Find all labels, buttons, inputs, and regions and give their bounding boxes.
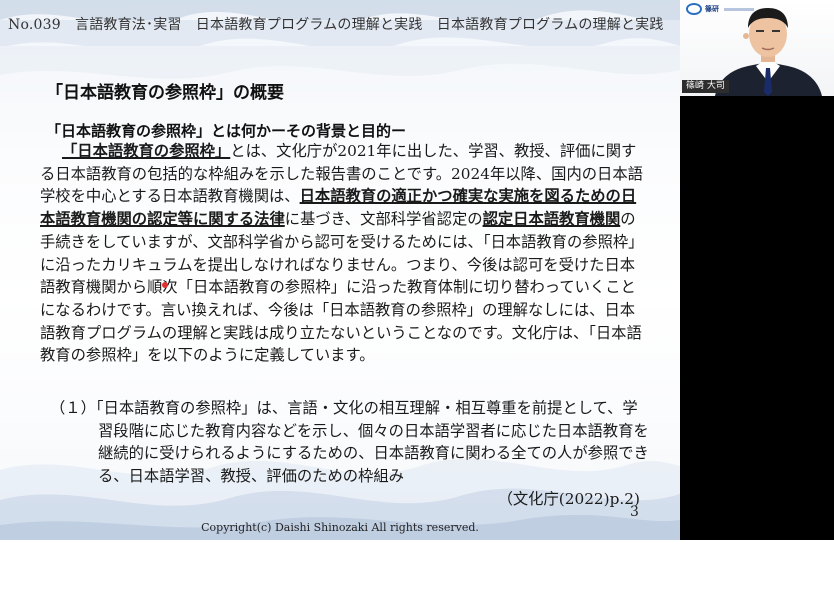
definition-item: （１）「日本語教育の参照枠」は、言語・文化の相互理解・相互尊重を前提として、学習… — [50, 397, 650, 488]
definition-block: （１）「日本語教育の参照枠」は、言語・文化の相互理解・相互尊重を前提として、学習… — [50, 397, 650, 511]
logo-icon — [686, 3, 702, 15]
section-subtitle: 「日本語教育の参照枠」とは何かーその背景と目的ー — [46, 122, 407, 140]
presentation-slide: No.039 言語教育法･実習 日本語教育プログラムの理解と実践 日本語教育プロ… — [0, 0, 680, 540]
slide-header: No.039 言語教育法･実習 日本語教育プログラムの理解と実践 日本語教育プロ… — [8, 17, 664, 33]
logo-text: 篠研 — [705, 5, 719, 13]
channel-logo: 篠研 — [686, 3, 754, 15]
definition-number: （１） — [50, 399, 96, 417]
body-text: の手続きをしていますが、文部科学省から認可を受けるためには、「日本語教育の参照枠… — [40, 210, 644, 365]
laser-pointer-dot — [162, 282, 168, 288]
definition-text: 「日本語教育の参照枠」は、言語・文化の相互理解・相互尊重を前提として、学習段階に… — [95, 399, 649, 486]
body-paragraph: 「日本語教育の参照枠」とは、文化庁が2021年に出した、学習、教授、評価に関する… — [40, 140, 645, 367]
slide-title: 「日本語教育の参照枠」の概要 — [46, 83, 284, 103]
emphasis-institution: 認定日本語教育機関 — [482, 210, 621, 229]
emphasis-term: 「日本語教育の参照枠」 — [62, 142, 231, 160]
presenter-video: 篠研 篠崎 大司 — [680, 0, 834, 96]
copyright-notice: Copyright(c) Daishi Shinozaki All rights… — [201, 521, 479, 534]
citation: （文化庁(2022)p.2) — [497, 489, 640, 508]
body-text: に基づき、文部科学省認定の — [284, 210, 483, 229]
presenter-name-tag: 篠崎 大司 — [682, 80, 729, 93]
side-panel: 篠研 篠崎 大司 — [680, 0, 834, 540]
logo-subtext-bar — [724, 7, 754, 11]
page-number: 3 — [630, 504, 639, 520]
